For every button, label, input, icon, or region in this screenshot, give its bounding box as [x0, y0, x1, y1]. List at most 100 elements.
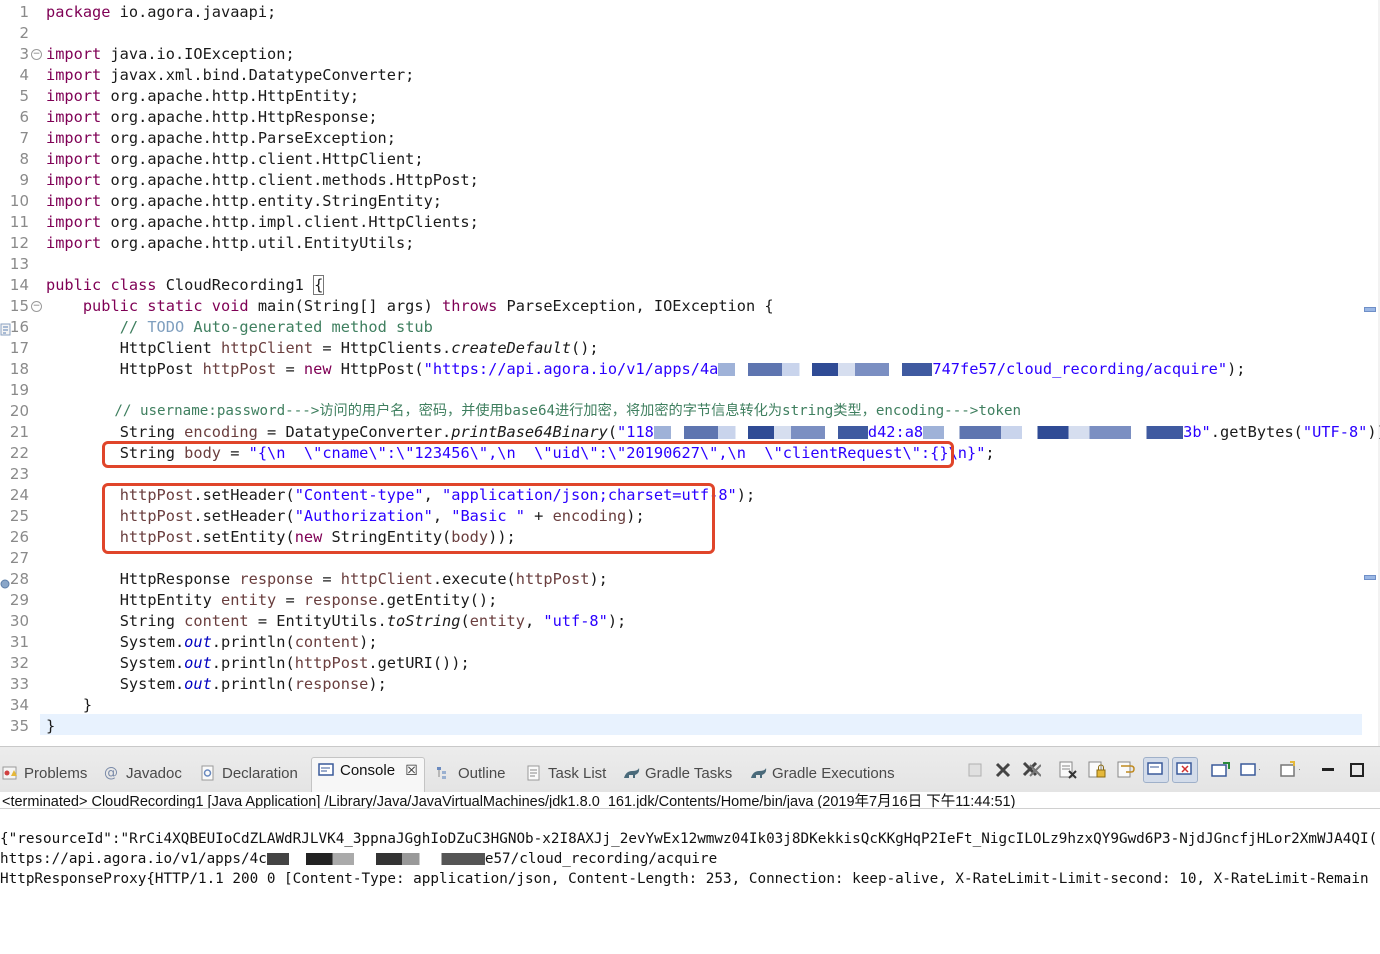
code-text: );: [359, 633, 378, 651]
maximize-view-icon[interactable]: [1347, 760, 1367, 780]
minimize-view-icon[interactable]: [1318, 760, 1338, 780]
static-field: out: [184, 675, 212, 693]
code-text: );: [1227, 360, 1246, 378]
code-line: 31 System.out.println(content);: [0, 632, 1380, 653]
code-line: 12 import org.apache.http.util.EntityUtil…: [0, 233, 1380, 254]
code-text: String: [119, 423, 185, 441]
tab-gradle-executions[interactable]: Gradle Executions: [750, 763, 895, 785]
close-tab-icon[interactable]: ☒: [405, 763, 418, 779]
code-text: .getURI());: [368, 654, 470, 672]
redacted-text: [653, 426, 868, 439]
line-number: 6: [19, 108, 29, 126]
tab-label: Declaration: [222, 765, 298, 782]
code-text: HttpPost: [119, 360, 203, 378]
variable: httpPost: [294, 654, 369, 672]
code-text: ,: [524, 612, 544, 630]
code-line: 33 System.out.println(response);: [0, 674, 1380, 695]
code-text: ));: [1367, 423, 1380, 441]
overview-ruler-mark[interactable]: [1364, 575, 1376, 580]
code-line: 6 import org.apache.http.HttpResponse;: [0, 107, 1380, 128]
pin-console-icon[interactable]: [1211, 760, 1231, 780]
open-console-icon[interactable]: [1280, 760, 1300, 780]
tab-outline[interactable]: Outline: [436, 763, 506, 785]
clear-console-icon[interactable]: [1058, 760, 1078, 780]
code-text: .println(: [211, 654, 295, 672]
line-number: 4: [19, 66, 29, 84]
overview-ruler-mark[interactable]: [1364, 307, 1376, 312]
fold-collapse-icon[interactable]: −: [31, 301, 42, 312]
line-number: 20: [9, 402, 29, 420]
word-wrap-icon[interactable]: [1116, 760, 1136, 780]
tab-declaration[interactable]: Declaration: [200, 763, 298, 785]
tab-problems[interactable]: Problems: [2, 763, 87, 785]
string-literal: d42:a8: [867, 423, 924, 441]
line-number: 19: [9, 381, 29, 399]
javadoc-icon: @: [104, 765, 118, 782]
code-line: 18 HttpPost httpPost = new HttpPost("htt…: [0, 359, 1380, 380]
variable: response: [294, 675, 369, 693]
tab-label: Problems: [24, 765, 88, 782]
remove-all-terminated-icon[interactable]: [1021, 760, 1041, 780]
tab-gradle-tasks[interactable]: Gradle Tasks: [623, 763, 732, 785]
code-line: 5 import org.apache.http.HttpEntity;: [0, 86, 1380, 107]
tab-label: Task List: [548, 765, 607, 782]
console-process-label: <terminated> CloudRecording1 [Java Appli…: [2, 794, 1016, 810]
line-number: 18: [9, 360, 29, 378]
string-literal: "utf-8": [543, 612, 608, 630]
code-text: .getBytes(: [1210, 423, 1303, 441]
code-text: System.: [119, 633, 185, 651]
line-number: 33: [9, 675, 29, 693]
code-line: 34 }: [0, 695, 1380, 716]
code-line: 3− import java.io.IOException;: [0, 44, 1380, 65]
keyword: import: [46, 171, 102, 189]
redacted-text: [923, 426, 1184, 439]
declaration-icon: [200, 765, 216, 781]
variable: httpClient: [221, 339, 314, 357]
line-number: 25: [9, 507, 29, 525]
keyword: public static void: [82, 297, 249, 315]
code-editor[interactable]: 1 package io.agora.javaapi; 2 3− import ja…: [0, 0, 1380, 746]
breakpoint-icon[interactable]: [0, 574, 12, 589]
code-text: System.: [119, 654, 185, 672]
fold-collapse-icon[interactable]: −: [31, 49, 42, 60]
console-view[interactable]: <terminated> CloudRecording1 [Java Appli…: [0, 792, 1380, 954]
tab-label: Outline: [458, 765, 506, 782]
console-header-divider: [0, 808, 1380, 809]
console-output-text: e57/cloud_recording/acquire: [484, 851, 718, 867]
keyword: import: [46, 66, 102, 84]
todo-tag: TODO: [147, 318, 185, 336]
tab-javadoc[interactable]: @ Javadoc: [104, 763, 182, 785]
code-text: org.apache.http.client.HttpClient;: [101, 150, 424, 168]
remove-launch-icon[interactable]: [993, 760, 1013, 780]
task-marker-icon[interactable]: [0, 321, 12, 336]
code-line: 20 // username:password--->访问的用户名，密码，并使用…: [0, 401, 1380, 422]
code-text: ;: [985, 444, 995, 462]
line-number: 12: [9, 234, 29, 252]
code-text: io.agora.javaapi;: [110, 3, 277, 21]
line-number: 9: [19, 171, 29, 189]
show-console-stderr-icon[interactable]: [1172, 757, 1198, 783]
scroll-lock-icon[interactable]: [1087, 760, 1107, 780]
code-text: main(String[] args): [248, 297, 443, 315]
code-text: = HttpClients.: [313, 339, 452, 357]
code-line: 28 HttpResponse response = httpClient.ex…: [0, 569, 1380, 590]
code-line: 8 import org.apache.http.client.HttpClien…: [0, 149, 1380, 170]
line-number: 15: [9, 297, 29, 315]
show-console-stdout-icon[interactable]: [1143, 757, 1169, 783]
code-text: (: [607, 423, 618, 441]
line-number: 7: [19, 129, 29, 147]
code-line: 19: [0, 380, 1380, 401]
tab-label: Javadoc: [126, 765, 182, 782]
tab-console[interactable]: Console ☒: [311, 757, 425, 792]
terminate-icon[interactable]: [965, 760, 985, 780]
code-text: =: [313, 570, 341, 588]
tab-task-list[interactable]: Task List: [526, 763, 606, 785]
code-text: HttpResponse: [119, 570, 240, 588]
code-text: ();: [571, 339, 599, 357]
code-line: 11 import org.apache.http.impl.client.Htt…: [0, 212, 1380, 233]
code-text: .println(: [211, 633, 295, 651]
code-text: String: [119, 612, 185, 630]
display-selected-console-icon[interactable]: [1240, 760, 1260, 780]
task-list-icon: [526, 765, 542, 781]
line-number: 8: [19, 150, 29, 168]
